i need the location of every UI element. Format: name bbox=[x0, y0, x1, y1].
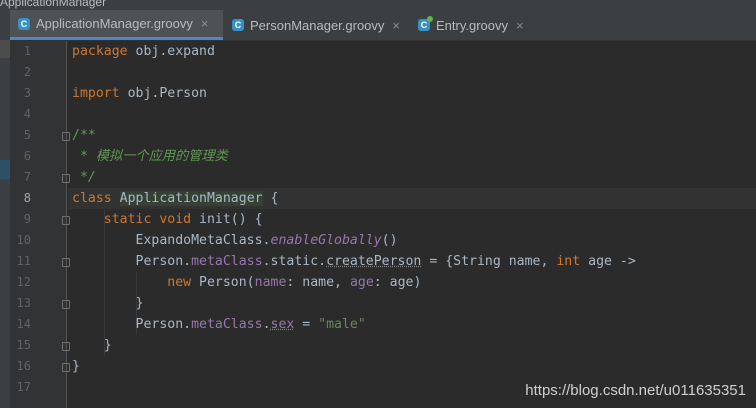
code-line-15: } bbox=[68, 335, 756, 356]
line-number: 4 bbox=[23, 107, 31, 121]
code-token: } bbox=[72, 338, 112, 353]
tab-application-manager[interactable]: C ApplicationManager.groovy × bbox=[10, 10, 223, 40]
code-token: ExpandoMetaClass. bbox=[72, 233, 271, 248]
line-number: 5 bbox=[23, 128, 31, 142]
code-token: obj.expand bbox=[127, 44, 215, 59]
dynamic-property-token: createPerson bbox=[326, 254, 422, 269]
close-icon[interactable]: × bbox=[516, 18, 524, 33]
code-line-6: * 模拟一个应用的管理类 bbox=[68, 146, 756, 167]
keyword-token: import bbox=[72, 86, 120, 101]
class-name-token: ApplicationManager bbox=[119, 191, 263, 206]
line-number: 11 bbox=[16, 254, 31, 268]
tab-label: Entry.groovy bbox=[436, 17, 509, 33]
named-arg-token: name bbox=[254, 275, 287, 290]
dynamic-property-token: sex bbox=[270, 317, 295, 332]
code-token: } bbox=[72, 359, 80, 374]
code-token: obj.Person bbox=[119, 86, 207, 101]
named-arg-token: age bbox=[349, 275, 374, 290]
code-line-16: } bbox=[68, 356, 756, 377]
code-token: : name, bbox=[286, 275, 350, 290]
code-token: Person( bbox=[191, 275, 255, 290]
line-number: 1 bbox=[23, 44, 31, 58]
code-token: age -> bbox=[580, 254, 636, 269]
groovy-class-icon: C bbox=[18, 17, 30, 30]
close-icon[interactable]: × bbox=[392, 18, 400, 33]
comment-token: */ bbox=[72, 170, 96, 185]
code-line-11: Person.metaClass.static.createPerson = {… bbox=[68, 251, 756, 272]
keyword-token: new bbox=[167, 275, 192, 290]
line-number-gutter[interactable]: 1 2 3 4 5 6 7 8 9 10 11 12 13 14 15 16 1… bbox=[10, 41, 70, 408]
line-number: 2 bbox=[23, 65, 31, 79]
code-token: : age) bbox=[373, 275, 422, 290]
tab-person-manager[interactable]: C PersonManager.groovy × bbox=[224, 10, 406, 40]
code-line-1: package obj.expand bbox=[68, 41, 756, 62]
code-token: .static. bbox=[262, 254, 327, 269]
groovy-script-icon: C bbox=[418, 16, 433, 31]
code-token: = {String name, bbox=[421, 254, 557, 269]
line-number: 13 bbox=[16, 296, 31, 310]
comment-token: * 模拟一个应用的管理类 bbox=[72, 149, 228, 164]
code-line-3: import obj.Person bbox=[68, 83, 756, 104]
string-token: "male" bbox=[318, 317, 366, 332]
watermark-url: https://blog.csdn.net/u011635351 bbox=[525, 382, 746, 399]
code-line-10: ExpandoMetaClass.enableGlobally() bbox=[68, 230, 756, 251]
line-number: 17 bbox=[16, 380, 31, 394]
code-line-5: /** bbox=[68, 125, 756, 146]
code-token: init() { bbox=[191, 212, 263, 227]
close-icon[interactable]: × bbox=[201, 16, 209, 31]
code-token: = bbox=[294, 317, 319, 332]
static-method-token: enableGlobally bbox=[270, 233, 382, 248]
comment-token: /** bbox=[72, 128, 96, 143]
groovy-class-icon: C bbox=[232, 19, 244, 31]
title-bar: ApplicationManager bbox=[0, 0, 756, 10]
code-editor[interactable]: package obj.expand import obj.Person /**… bbox=[68, 41, 756, 408]
field-token: metaClass bbox=[191, 254, 263, 269]
line-number: 15 bbox=[16, 338, 31, 352]
tab-label: ApplicationManager.groovy bbox=[36, 16, 193, 31]
line-number: 9 bbox=[23, 212, 31, 226]
field-token: metaClass bbox=[191, 317, 263, 332]
code-line-8-current: class ApplicationManager { bbox=[68, 188, 756, 209]
tab-label: PersonManager.groovy bbox=[250, 17, 385, 33]
code-token: Person. bbox=[72, 317, 192, 332]
keyword-token: int bbox=[556, 254, 581, 269]
line-number: 16 bbox=[16, 359, 31, 373]
line-number: 6 bbox=[23, 149, 31, 163]
code-line-9: static void init() { bbox=[68, 209, 756, 230]
tab-entry[interactable]: C Entry.groovy × bbox=[410, 10, 535, 40]
code-token: Person. bbox=[72, 254, 192, 269]
line-number-current: 8 bbox=[23, 191, 31, 205]
line-number: 7 bbox=[23, 170, 31, 184]
keyword-token: package bbox=[72, 44, 128, 59]
keyword-token: class bbox=[72, 191, 112, 206]
project-panel-edge[interactable]: ec bbox=[0, 41, 10, 408]
code-line-7: */ bbox=[68, 167, 756, 188]
window-title: ApplicationManager bbox=[0, 0, 107, 9]
code-line-14: Person.metaClass.sex = "male" bbox=[68, 314, 756, 335]
code-token: . bbox=[262, 317, 271, 332]
code-token: () bbox=[381, 233, 398, 248]
code-token: { bbox=[262, 191, 279, 206]
project-panel-marker bbox=[0, 40, 10, 58]
code-line-12: new Person(name: name, age: age) bbox=[68, 272, 756, 293]
code-line-13: } bbox=[68, 293, 756, 314]
line-number: 3 bbox=[23, 86, 31, 100]
line-number: 12 bbox=[16, 275, 31, 289]
code-token: } bbox=[72, 296, 144, 311]
line-number: 14 bbox=[16, 317, 31, 331]
keyword-token: static void bbox=[103, 212, 192, 227]
editor-tab-bar: C ApplicationManager.groovy × C PersonMa… bbox=[0, 10, 756, 41]
project-panel-selection bbox=[0, 160, 10, 179]
line-number: 10 bbox=[16, 233, 31, 247]
